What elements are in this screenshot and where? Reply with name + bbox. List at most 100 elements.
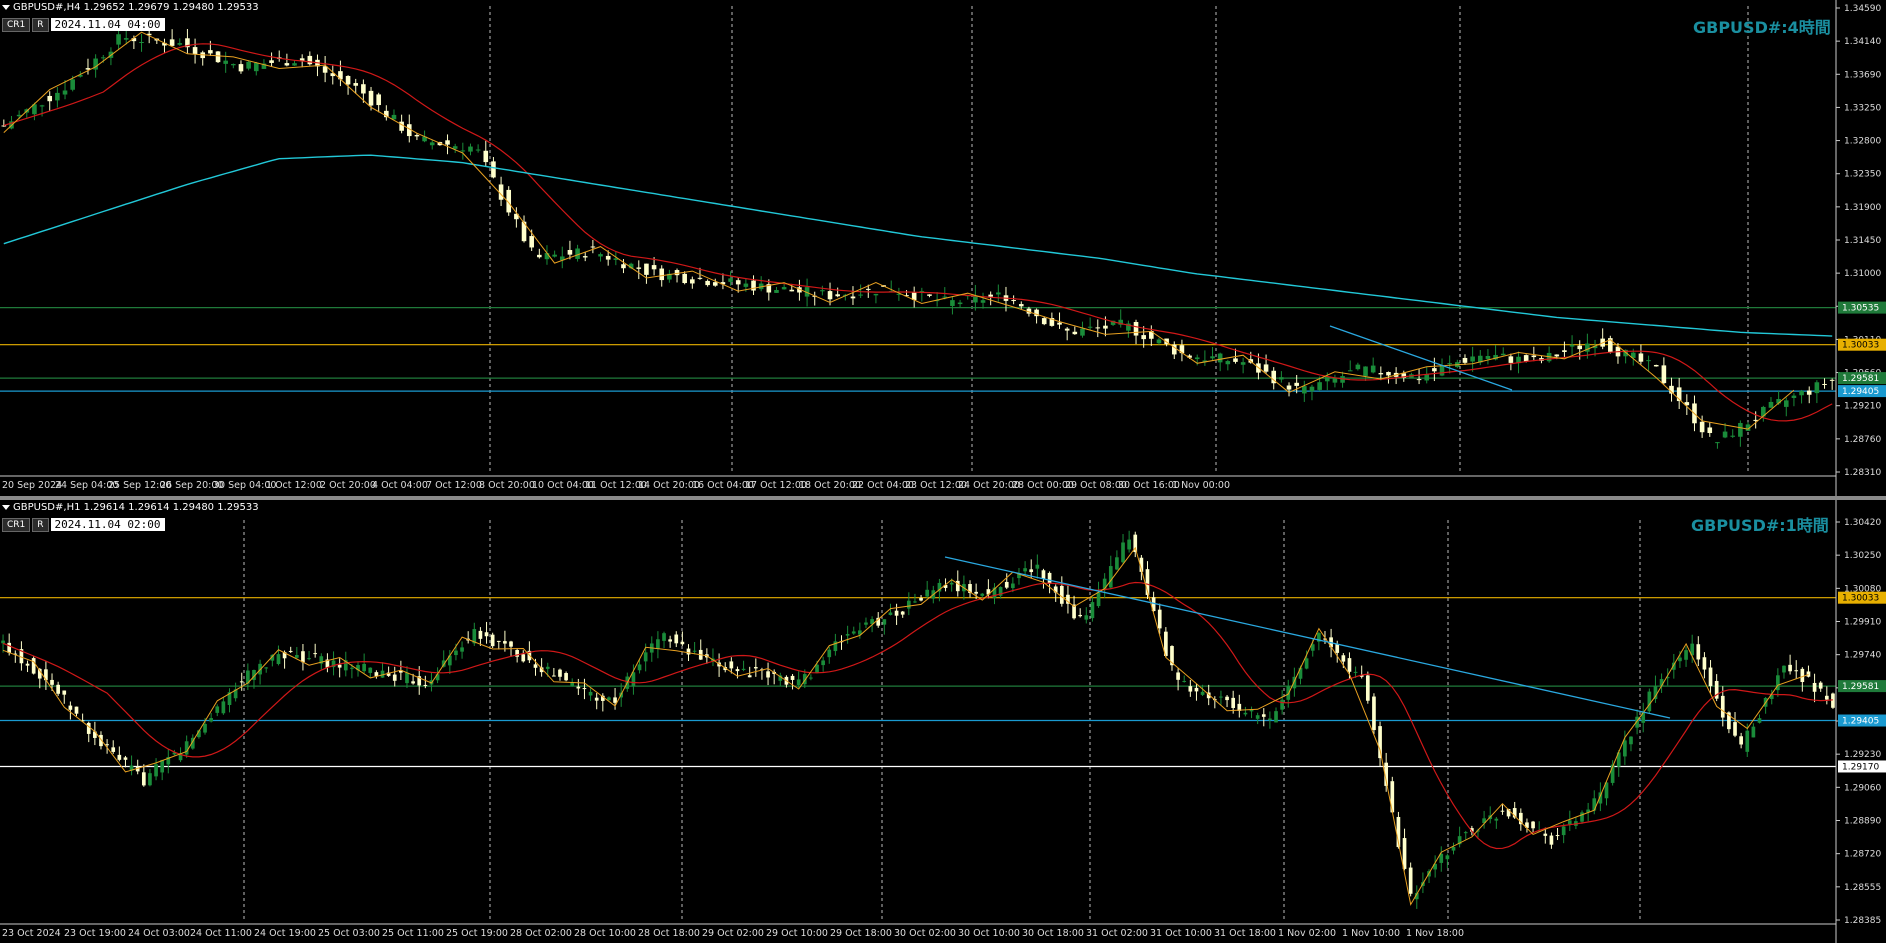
price-axis[interactable]: 1.34590 1.34140 1.33690 1.33250 1.32800 1.323… xyxy=(1835,0,1886,496)
candle-body xyxy=(1788,664,1792,672)
candle-body xyxy=(1023,568,1027,572)
candle-body xyxy=(70,79,75,90)
candle-body xyxy=(521,654,526,662)
candle-body xyxy=(509,641,513,647)
level-badge-label: 1.29405 xyxy=(1842,387,1879,397)
plot-area[interactable] xyxy=(0,6,1836,472)
collapse-triangle-icon[interactable] xyxy=(2,4,10,10)
price-label: 1.28890 xyxy=(1844,817,1881,827)
candle-body xyxy=(1029,569,1034,573)
time-label: 1 Nov 00:00 xyxy=(1172,480,1230,491)
candle-body xyxy=(674,634,679,644)
candle-body xyxy=(1531,821,1535,829)
price-label: 1.32800 xyxy=(1844,137,1881,147)
time-label: 14 Oct 20:00 xyxy=(638,480,700,491)
candle-body xyxy=(1424,374,1430,381)
price-label: 1.29210 xyxy=(1844,402,1881,412)
candle-body xyxy=(533,664,538,668)
price-label: 1.29060 xyxy=(1844,783,1881,793)
candle-body xyxy=(1219,696,1223,698)
price-label: 1.31000 xyxy=(1844,269,1881,279)
candle-body xyxy=(888,612,893,615)
cr1-tag[interactable]: CR1 xyxy=(2,518,31,532)
cr1-tag[interactable]: CR1 xyxy=(2,18,31,32)
candle-body xyxy=(1569,344,1575,347)
chart-canvas-h1[interactable]: 1.304201.302501.300801.299101.297401.295… xyxy=(0,500,1886,943)
candle-body xyxy=(1115,557,1119,570)
timeframe-label-h4: GBPUSD#:4時間 xyxy=(1693,18,1831,37)
r-tag[interactable]: R xyxy=(32,518,49,532)
chart-panel-h1[interactable]: 1.304201.302501.300801.299101.297401.295… xyxy=(0,500,1886,943)
candle-body xyxy=(781,287,787,290)
candle-body xyxy=(1004,581,1009,588)
chart-canvas-h4[interactable]: 1.34590 1.34140 1.33690 1.33250 1.32800 1.323… xyxy=(0,0,1886,496)
candle-body xyxy=(1,640,5,644)
candle-body xyxy=(900,611,905,615)
candle-body xyxy=(996,292,1001,295)
trendline[interactable] xyxy=(944,556,1671,719)
candle-body xyxy=(1087,326,1093,328)
candle-body xyxy=(1646,360,1651,362)
date-box-h4[interactable]: 2024.11.04 04:00 xyxy=(50,18,165,31)
candle-body xyxy=(942,296,948,298)
r-tag[interactable]: R xyxy=(32,18,49,32)
candle-body xyxy=(1715,442,1720,444)
candle-body xyxy=(445,140,450,145)
candle-body xyxy=(307,55,313,65)
candle-body xyxy=(123,757,128,760)
candle-body xyxy=(1057,322,1062,325)
candle-body xyxy=(1157,609,1162,629)
candle-body xyxy=(1439,365,1445,376)
candle-body xyxy=(484,632,489,637)
candle-body xyxy=(223,60,228,64)
candle-body xyxy=(545,666,550,669)
candle-body xyxy=(362,663,366,672)
candle-body xyxy=(454,650,458,656)
date-box-h1[interactable]: 2024.11.04 02:00 xyxy=(50,518,165,531)
candle-body xyxy=(558,669,562,677)
candle-body xyxy=(1684,650,1688,660)
candle-body xyxy=(411,681,415,684)
candle-body xyxy=(353,83,359,86)
candle-body xyxy=(753,667,758,669)
candle-body xyxy=(712,282,718,286)
candle-body xyxy=(789,289,795,292)
chart-panel-h4[interactable]: 1.34590 1.34140 1.33690 1.33250 1.32800 1.323… xyxy=(0,0,1886,496)
candle-body xyxy=(1818,682,1823,689)
candle-body xyxy=(376,94,381,106)
candle-body xyxy=(845,634,850,636)
plot-area[interactable] xyxy=(0,520,1836,920)
time-label: 25 Oct 11:00 xyxy=(382,928,444,939)
candle-body xyxy=(1585,343,1590,352)
candle-body xyxy=(276,654,281,664)
time-label: 1 Nov 02:00 xyxy=(1278,928,1336,939)
collapse-triangle-icon[interactable] xyxy=(2,504,10,510)
candle-body xyxy=(1378,726,1382,759)
candle-body xyxy=(1554,354,1560,357)
time-label: 24 Oct 20:00 xyxy=(958,480,1020,491)
candle-body xyxy=(1378,373,1384,375)
candle-body xyxy=(1084,615,1089,620)
candle-body xyxy=(605,255,611,260)
time-label: 20 Sep 2024 xyxy=(2,480,62,491)
time-label: 2 Oct 20:00 xyxy=(320,480,376,491)
candle-body xyxy=(621,264,626,269)
candle-body xyxy=(116,34,121,45)
time-label: 28 Oct 18:00 xyxy=(638,928,700,939)
candle-body xyxy=(184,741,189,755)
candle-body xyxy=(47,95,53,102)
candle-body xyxy=(1814,382,1820,394)
price-axis[interactable]: 1.304201.302501.300801.299101.297401.295… xyxy=(1835,500,1886,943)
candle-body xyxy=(1647,691,1652,712)
candle-body xyxy=(1739,736,1743,745)
candle-body xyxy=(590,246,596,248)
time-axis[interactable]: 23 Oct 2024 23 Oct 19:00 24 Oct 03:00 24 Oc… xyxy=(0,923,1836,939)
candle-body xyxy=(1365,675,1370,701)
candle-body xyxy=(239,681,244,683)
candle-body xyxy=(576,686,581,689)
time-axis[interactable]: 20 Sep 202424 Sep 04:0025 Sep 12:0026 Se… xyxy=(0,475,1836,491)
price-label: 1.28310 xyxy=(1844,468,1881,478)
candle-body xyxy=(529,236,534,248)
time-label: 30 Oct 16:00 xyxy=(1118,480,1180,491)
candle-body xyxy=(741,668,746,670)
